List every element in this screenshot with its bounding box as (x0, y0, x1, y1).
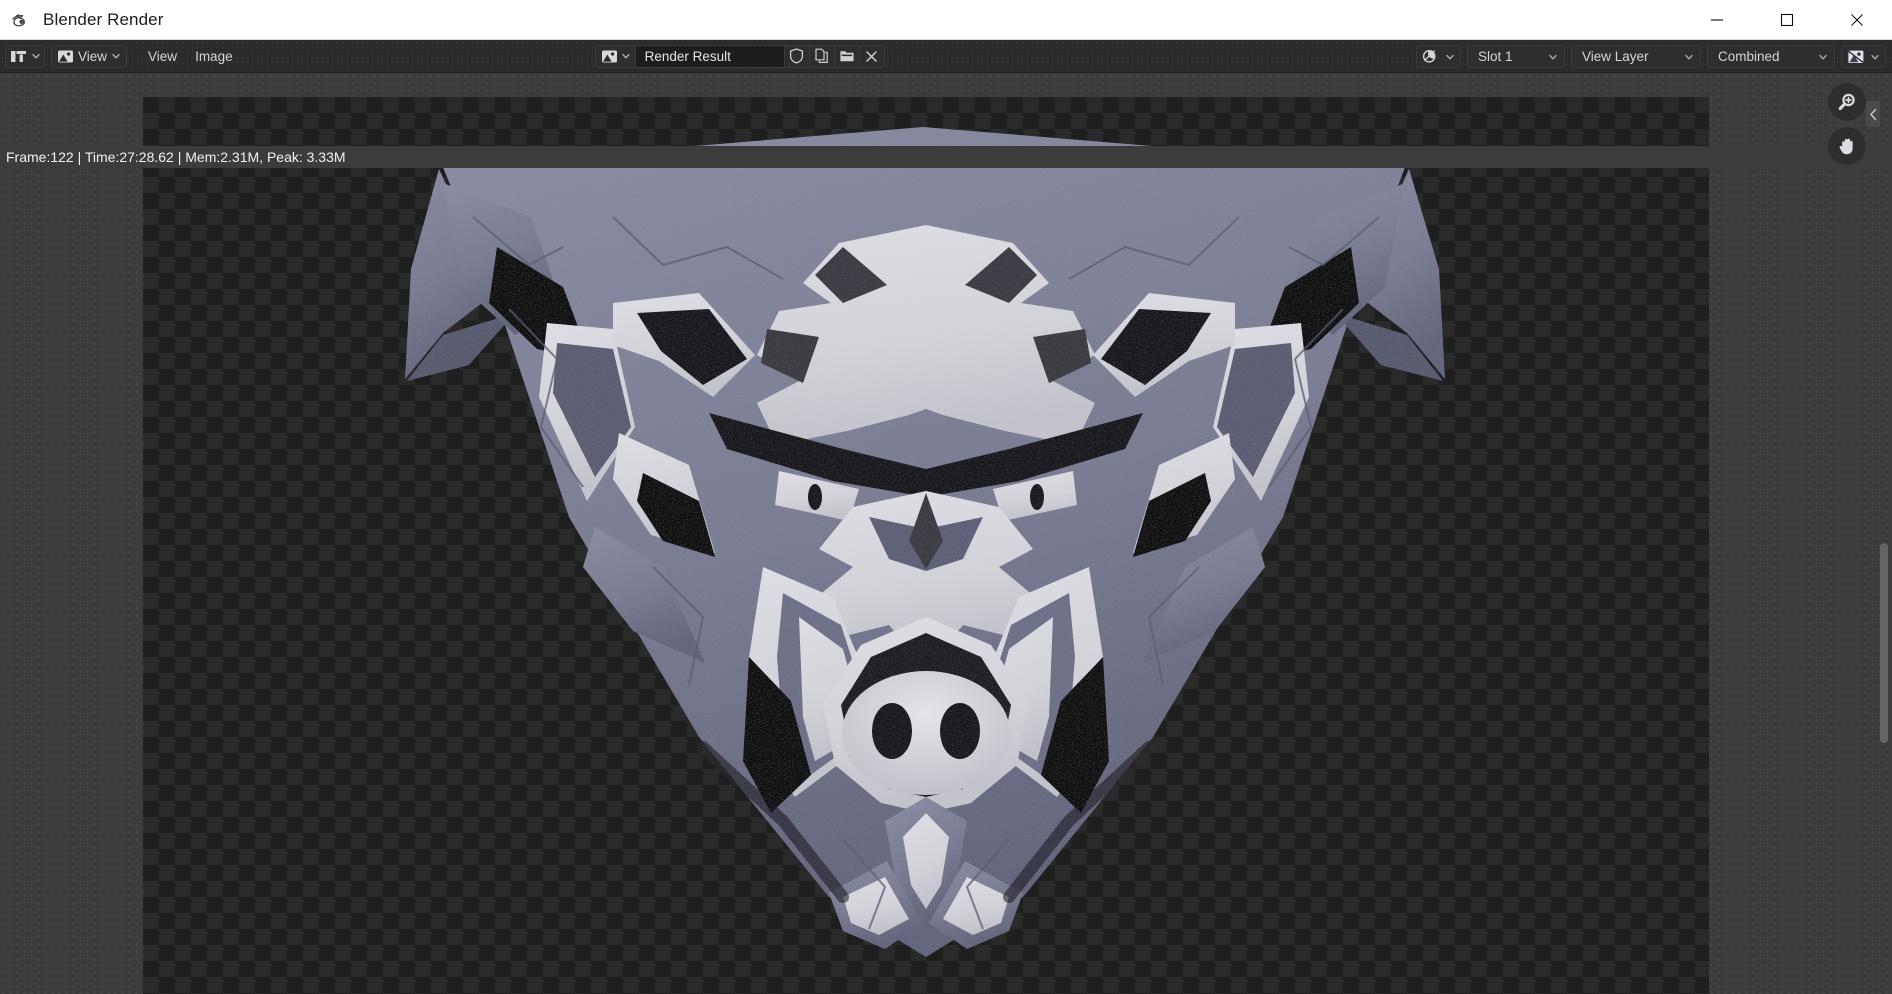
vertical-scrollbar-thumb[interactable] (1880, 543, 1888, 743)
view-mode-label: View (78, 48, 108, 64)
window-titlebar: Blender Render (0, 0, 1892, 40)
chevron-left-icon (1869, 108, 1876, 120)
pass-label: Combined (1718, 49, 1780, 64)
menu-view[interactable]: View (139, 46, 186, 67)
image-editor-icon (11, 50, 26, 62)
datablock-name-input[interactable]: Render Result (634, 44, 785, 68)
image-datablock-icon (601, 50, 617, 62)
unlink-x-icon (866, 50, 877, 62)
pass-dropdown[interactable]: Combined (1707, 45, 1835, 68)
display-channels-icon (1848, 50, 1864, 63)
shield-fake-user-icon (790, 48, 804, 64)
chevron-down-icon (621, 53, 630, 59)
slot-label: Slot 1 (1478, 49, 1513, 64)
view-layer-label: View Layer (1582, 49, 1649, 64)
editor-type-button[interactable] (5, 44, 45, 68)
close-button[interactable] (1822, 0, 1892, 39)
render-display-mode-button[interactable] (1416, 45, 1461, 68)
minimize-icon (1711, 18, 1723, 21)
header-right-group: Slot 1 View Layer Combined (1416, 40, 1886, 73)
view-layer-dropdown[interactable]: View Layer (1571, 45, 1701, 68)
maximize-button[interactable] (1752, 0, 1822, 39)
pan-gizmo[interactable] (1828, 127, 1866, 165)
zoom-gizmo[interactable] (1828, 83, 1866, 121)
open-image-button[interactable] (834, 44, 860, 68)
chevron-down-icon (1446, 54, 1454, 60)
chevron-down-icon (112, 53, 120, 59)
navigation-gizmos (1828, 83, 1866, 165)
menu-image[interactable]: Image (186, 46, 242, 67)
chevron-down-icon (1871, 54, 1879, 60)
image-view-mode-icon (58, 50, 73, 62)
fake-user-button[interactable] (784, 44, 810, 68)
chevron-down-icon (1819, 54, 1827, 60)
duplicate-icon (815, 48, 828, 63)
pan-hand-icon (1839, 138, 1853, 155)
zoom-in-icon (1838, 93, 1855, 111)
image-editor-header: View View Image Render Result Slot 1 Vie… (0, 40, 1892, 73)
close-icon (1851, 13, 1863, 26)
datablock-type-button[interactable] (594, 44, 635, 68)
image-datablock-field: Render Result (594, 44, 885, 68)
slot-dropdown[interactable]: Slot 1 (1467, 45, 1565, 68)
maximize-icon (1780, 13, 1794, 26)
render-image-canvas[interactable] (143, 97, 1709, 994)
duplicate-button[interactable] (809, 44, 835, 68)
folder-open-icon (839, 51, 854, 62)
sidebar-toggle[interactable] (1866, 101, 1880, 127)
chevron-down-icon (1685, 54, 1693, 60)
chevron-down-icon (32, 53, 40, 59)
view-mode-dropdown[interactable]: View (51, 44, 128, 68)
vertical-scrollbar-track[interactable] (1880, 73, 1890, 994)
image-editor-canvas-area[interactable]: Frame:122 | Time:27:28.62 | Mem:2.31M, P… (0, 73, 1892, 994)
display-channels-button[interactable] (1841, 45, 1886, 68)
unlink-button[interactable] (859, 44, 885, 68)
window-title: Blender Render (43, 9, 164, 29)
minimize-button[interactable] (1682, 0, 1752, 39)
blender-logo-icon (12, 13, 25, 26)
window-controls (1682, 0, 1892, 39)
render-display-mode-icon (1422, 50, 1436, 63)
rendered-boar-emblem (405, 127, 1445, 957)
chevron-down-icon (1549, 54, 1557, 60)
